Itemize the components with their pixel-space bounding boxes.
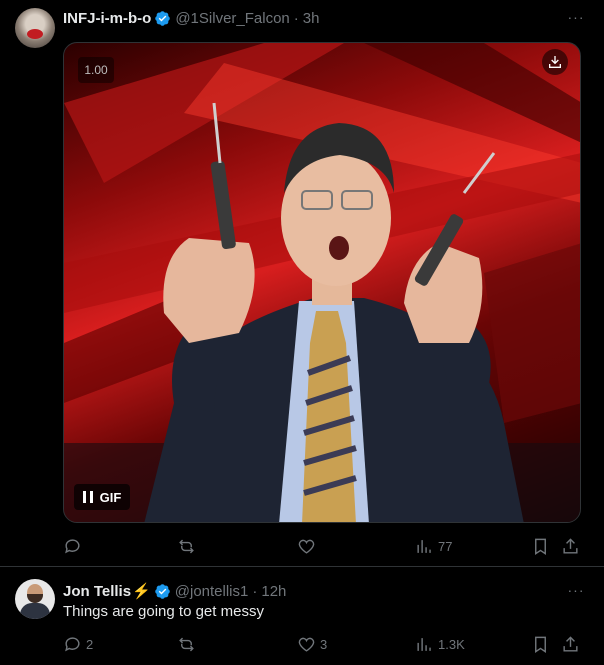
heart-icon (298, 637, 315, 652)
gif-media[interactable]: 1.00 GIF (63, 42, 581, 523)
reply-icon (65, 636, 80, 651)
author-handle[interactable]: @jontellis1 (175, 583, 249, 600)
avatar-body (20, 603, 50, 619)
verified-badge-icon (155, 10, 171, 26)
avatar-lips (27, 29, 43, 39)
avatar[interactable] (15, 8, 55, 48)
reply-button[interactable] (63, 536, 86, 556)
avatar-beard (27, 594, 43, 603)
timestamp[interactable]: 12h (261, 583, 286, 600)
bookmark-icon (535, 636, 546, 653)
separator-dot: · (252, 582, 258, 600)
share-button[interactable] (561, 536, 580, 556)
download-icon (549, 56, 561, 68)
like-count: 3 (320, 636, 328, 652)
bookmark-button[interactable] (531, 634, 550, 654)
author-name[interactable]: Jon Tellis (63, 583, 131, 600)
views-chart-icon (417, 637, 431, 651)
more-options-button[interactable]: ··· (566, 583, 586, 603)
reply-icon (65, 538, 80, 553)
timestamp[interactable]: 3h (303, 10, 320, 27)
tweet-header: Jon Tellis ⚡ @jontellis1 · 12h (63, 581, 286, 601)
reply-button[interactable]: 2 (63, 634, 93, 654)
lightning-emoji: ⚡ (132, 583, 151, 600)
like-button[interactable] (297, 536, 320, 556)
heart-icon (298, 539, 315, 554)
pause-icon (82, 491, 93, 503)
share-icon (563, 635, 578, 652)
playback-speed-badge[interactable]: 1.00 (78, 57, 114, 83)
tweet-actions: 2 3 1.3K (63, 634, 593, 654)
verified-badge-icon (155, 583, 170, 599)
gif-label: GIF (99, 489, 122, 505)
views-count: 1.3K (438, 636, 465, 652)
reply-count: 2 (86, 636, 94, 652)
download-button[interactable] (542, 49, 568, 75)
tweet[interactable]: INFJ-i-m-b-o @1Silver_Falcon · 3h ··· 1.… (0, 0, 604, 567)
separator-dot: · (293, 9, 299, 27)
retweet-button[interactable] (177, 536, 200, 556)
gif-pause-control[interactable]: GIF (74, 484, 130, 510)
views-chart-icon (417, 539, 431, 553)
like-button[interactable]: 3 (297, 634, 327, 654)
gif-frame (64, 43, 580, 522)
tweet-text: Things are going to get messy (63, 603, 264, 620)
author-handle[interactable]: @1Silver_Falcon (175, 10, 289, 27)
retweet-button[interactable] (177, 634, 200, 654)
views-count: 77 (438, 538, 453, 554)
author-name[interactable]: INFJ-i-m-b-o (63, 10, 151, 27)
tweet-header: INFJ-i-m-b-o @1Silver_Falcon · 3h (63, 8, 319, 28)
more-options-button[interactable]: ··· (566, 10, 586, 30)
retweet-icon (179, 539, 194, 553)
bookmark-icon (535, 538, 546, 555)
share-button[interactable] (561, 634, 580, 654)
views-button[interactable]: 77 (415, 536, 452, 556)
bookmark-button[interactable] (531, 536, 550, 556)
avatar[interactable] (15, 579, 55, 619)
tweet-actions: 77 (63, 536, 593, 556)
share-icon (563, 537, 578, 554)
retweet-icon (179, 637, 194, 651)
views-button[interactable]: 1.3K (415, 634, 465, 654)
